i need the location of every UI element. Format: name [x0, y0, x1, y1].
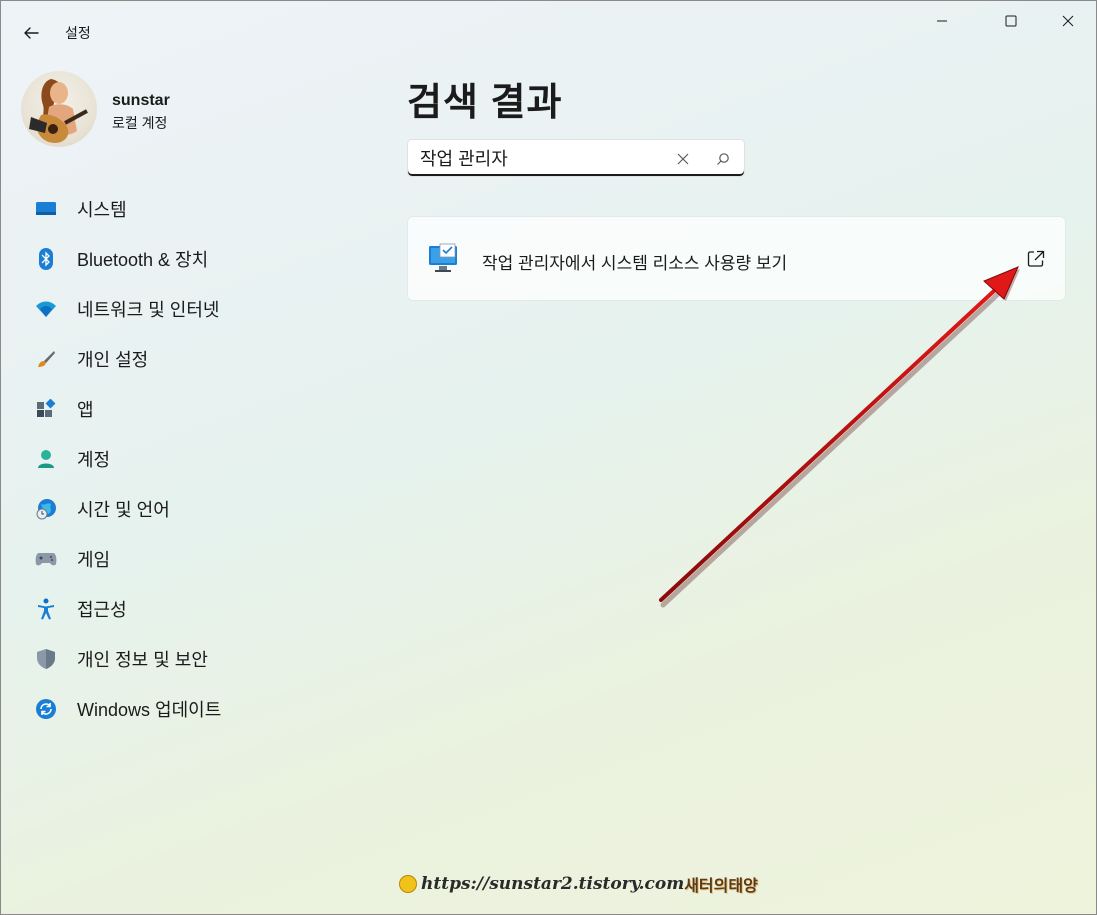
smiley-icon	[399, 875, 417, 893]
brush-icon	[35, 348, 57, 370]
sidebar-item-label: 접근성	[77, 600, 127, 620]
sidebar-item-label: 계정	[77, 450, 111, 470]
app-title: 설정	[65, 25, 91, 41]
sidebar-item-privacy-security[interactable]: 개인 정보 및 보안	[29, 639, 369, 679]
sidebar-item-time-language[interactable]: 시간 및 언어	[29, 489, 369, 529]
gamepad-icon	[35, 548, 57, 570]
search-result-label: 작업 관리자에서 시스템 리소스 사용량 보기	[482, 254, 788, 273]
clear-search-button[interactable]	[672, 148, 694, 170]
minimize-button[interactable]	[913, 1, 971, 41]
settings-window: 설정 sunstar 로컬 계정 시스템 Bluetooth & 장치 네트워크…	[0, 0, 1097, 915]
shield-icon	[35, 648, 57, 670]
sidebar-item-personalization[interactable]: 개인 설정	[29, 339, 369, 379]
page-title: 검색 결과	[407, 82, 563, 124]
watermark: https://sunstar2.tistory.com 새터의태양	[399, 872, 758, 896]
search-box	[407, 139, 745, 177]
close-button[interactable]	[1039, 1, 1096, 41]
title-bar: 설정	[1, 1, 1096, 63]
watermark-brand: 새터의태양	[684, 876, 758, 895]
maximize-button[interactable]	[982, 1, 1040, 41]
sidebar-item-accounts[interactable]: 계정	[29, 439, 369, 479]
sidebar-item-network[interactable]: 네트워크 및 인터넷	[29, 289, 369, 329]
close-icon	[1062, 15, 1074, 27]
time-language-icon	[35, 498, 57, 520]
maximize-icon	[1005, 15, 1017, 27]
minimize-icon	[937, 20, 947, 22]
close-icon	[677, 153, 689, 165]
open-external-icon[interactable]	[1026, 249, 1046, 269]
search-icon	[717, 153, 729, 165]
account-type: 로컬 계정	[112, 115, 168, 131]
search-input[interactable]	[420, 146, 660, 170]
sidebar-item-bluetooth[interactable]: Bluetooth & 장치	[29, 239, 369, 279]
avatar[interactable]	[21, 71, 97, 147]
bluetooth-icon	[35, 248, 57, 270]
sidebar-item-gaming[interactable]: 게임	[29, 539, 369, 579]
apps-icon	[35, 398, 57, 420]
sidebar-item-windows-update[interactable]: Windows 업데이트	[29, 689, 369, 729]
sidebar-item-label: Bluetooth & 장치	[77, 250, 209, 270]
sidebar-item-label: 개인 설정	[77, 350, 149, 370]
avatar-photo	[29, 79, 88, 143]
task-manager-icon	[428, 243, 460, 275]
sidebar-item-label: 게임	[77, 550, 111, 570]
system-icon	[35, 198, 57, 220]
sidebar-item-label: 시스템	[77, 200, 127, 220]
back-button[interactable]	[15, 17, 47, 49]
sidebar-item-system[interactable]: 시스템	[29, 189, 369, 229]
sidebar-item-label: 앱	[77, 400, 94, 420]
sidebar-item-label: Windows 업데이트	[77, 700, 222, 720]
sidebar-item-label: 시간 및 언어	[77, 500, 170, 520]
user-name: sunstar	[112, 92, 170, 109]
search-button[interactable]	[712, 148, 734, 170]
network-icon	[35, 298, 57, 320]
account-icon	[35, 448, 57, 470]
sidebar-item-label: 네트워크 및 인터넷	[77, 300, 220, 320]
back-arrow-icon	[24, 27, 39, 39]
watermark-url: https://sunstar2.tistory.com	[421, 874, 685, 894]
sidebar-item-accessibility[interactable]: 접근성	[29, 589, 369, 629]
update-icon	[35, 698, 57, 720]
search-result-item[interactable]: 작업 관리자에서 시스템 리소스 사용량 보기	[407, 216, 1066, 301]
sidebar-item-apps[interactable]: 앱	[29, 389, 369, 429]
accessibility-icon	[35, 598, 57, 620]
sidebar-item-label: 개인 정보 및 보안	[77, 650, 208, 670]
